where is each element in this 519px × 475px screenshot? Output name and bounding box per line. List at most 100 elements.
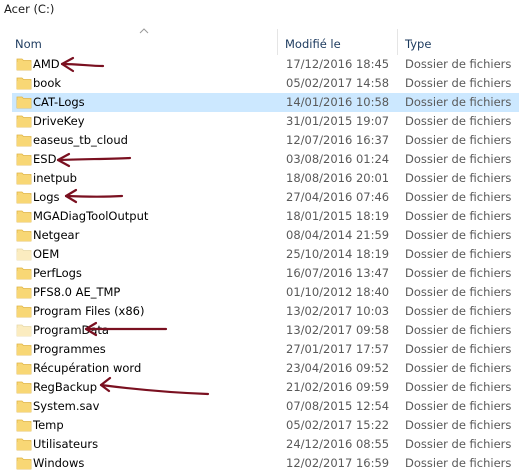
file-row[interactable]: ESD 03/08/2016 01:24 Dossier de fichiers	[0, 150, 519, 169]
file-row[interactable]: RegBackup 21/02/2016 09:59 Dossier de fich…	[0, 378, 519, 397]
folder-icon	[16, 286, 32, 299]
file-modified-date: 27/01/2017 17:57	[286, 342, 390, 356]
file-name[interactable]: AMD	[33, 55, 60, 74]
file-modified-date: 31/01/2015 19:07	[286, 114, 390, 128]
file-modified-date: 24/12/2016 08:55	[286, 437, 390, 451]
file-name[interactable]: easeus_tb_cloud	[33, 131, 128, 150]
file-name[interactable]: DriveKey	[33, 112, 85, 131]
file-modified-date: 25/10/2014 18:19	[286, 247, 390, 261]
file-row[interactable]: CAT-Logs 14/01/2016 10:58 Dossier de fichi…	[0, 93, 519, 112]
column-name[interactable]: Nom	[15, 35, 42, 53]
file-name[interactable]: inetpub	[33, 169, 77, 188]
file-name[interactable]: Utilisateurs	[33, 435, 98, 454]
file-name[interactable]: Netgear	[33, 226, 79, 245]
file-name[interactable]: RegBackup	[33, 378, 97, 397]
folder-icon	[16, 267, 32, 280]
breadcrumb[interactable]: Acer (C:)	[0, 0, 519, 19]
file-row[interactable]: Logs 27/04/2016 07:46 Dossier de fichiers	[0, 188, 519, 207]
file-row[interactable]: PFS8.0 AE_TMP 01/10/2012 18:40 Dossier de …	[0, 283, 519, 302]
file-type: Dossier de fichiers	[405, 171, 512, 185]
file-type: Dossier de fichiers	[405, 399, 512, 413]
folder-icon	[16, 362, 32, 375]
folder-icon	[16, 134, 32, 147]
file-modified-date: 14/01/2016 10:58	[286, 95, 390, 109]
file-type: Dossier de fichiers	[405, 323, 512, 337]
file-name[interactable]: ESD	[33, 150, 56, 169]
file-row[interactable]: book 05/02/2017 14:58 Dossier de fichiers	[0, 74, 519, 93]
file-type: Dossier de fichiers	[405, 342, 512, 356]
file-modified-date: 07/08/2015 12:54	[286, 399, 390, 413]
file-row[interactable]: Récupération word 23/04/2016 09:52 Dossier…	[0, 359, 519, 378]
folder-icon	[16, 229, 32, 242]
file-modified-date: 18/08/2016 20:01	[286, 171, 390, 185]
file-type: Dossier de fichiers	[405, 114, 512, 128]
file-modified-date: 13/02/2017 09:58	[286, 323, 390, 337]
file-row[interactable]: System.sav 07/08/2015 12:54 Dossier de fic…	[0, 397, 519, 416]
file-type: Dossier de fichiers	[405, 285, 512, 299]
file-name[interactable]: Temp	[33, 416, 64, 435]
column-header: Nom Modifié le Type	[0, 27, 519, 55]
file-modified-date: 03/08/2016 01:24	[286, 152, 390, 166]
file-row[interactable]: PerfLogs 16/07/2016 13:47 Dossier de fichi…	[0, 264, 519, 283]
file-name[interactable]: OEM	[33, 245, 59, 264]
file-modified-date: 01/10/2012 18:40	[286, 285, 390, 299]
file-modified-date: 12/02/2017 16:59	[286, 456, 390, 470]
file-modified-date: 16/07/2016 13:47	[286, 266, 390, 280]
file-row[interactable]: Utilisateurs 24/12/2016 08:55 Dossier de f…	[0, 435, 519, 454]
file-row[interactable]: OEM 25/10/2014 18:19 Dossier de fichiers	[0, 245, 519, 264]
file-modified-date: 18/01/2015 18:19	[286, 209, 390, 223]
file-row[interactable]: Temp 05/02/2017 15:22 Dossier de fichiers	[0, 416, 519, 435]
file-row[interactable]: Programmes 27/01/2017 17:57 Dossier de fic…	[0, 340, 519, 359]
folder-icon	[16, 381, 32, 394]
file-name[interactable]: Program Files (x86)	[33, 302, 144, 321]
file-name[interactable]: ProgramData	[33, 321, 109, 340]
folder-icon	[16, 457, 32, 470]
folder-icon	[16, 343, 32, 356]
file-name[interactable]: Programmes	[33, 340, 106, 359]
file-name[interactable]: Logs	[33, 188, 60, 207]
file-name[interactable]: book	[33, 74, 61, 93]
file-modified-date: 17/12/2016 18:45	[286, 57, 390, 71]
file-row[interactable]: AMD 17/12/2016 18:45 Dossier de fichiers	[0, 55, 519, 74]
file-modified-date: 05/02/2017 14:58	[286, 76, 390, 90]
column-divider[interactable]	[277, 29, 278, 55]
file-type: Dossier de fichiers	[405, 247, 512, 261]
file-name[interactable]: Récupération word	[33, 359, 141, 378]
folder-icon	[16, 96, 32, 109]
file-row[interactable]: Program Files (x86) 13/02/2017 10:03 Dossi…	[0, 302, 519, 321]
file-row[interactable]: easeus_tb_cloud 12/07/2016 16:37 Dossier d…	[0, 131, 519, 150]
file-row[interactable]: MGADiagToolOutput 18/01/2015 18:19 Dossier…	[0, 207, 519, 226]
file-type: Dossier de fichiers	[405, 209, 512, 223]
folder-icon	[16, 400, 32, 413]
file-row[interactable]: DriveKey 31/01/2015 19:07 Dossier de fichi…	[0, 112, 519, 131]
file-name[interactable]: CAT-Logs	[33, 93, 85, 112]
file-row[interactable]: ProgramData 13/02/2017 09:58 Dossier de fi…	[0, 321, 519, 340]
column-type[interactable]: Type	[405, 35, 431, 53]
file-type: Dossier de fichiers	[405, 76, 512, 90]
file-modified-date: 12/07/2016 16:37	[286, 133, 390, 147]
file-name[interactable]: MGADiagToolOutput	[33, 207, 148, 226]
folder-icon	[16, 248, 32, 261]
folder-icon	[16, 77, 32, 90]
file-row[interactable]: Windows 12/02/2017 16:59 Dossier de fichie…	[0, 454, 519, 473]
file-type: Dossier de fichiers	[405, 57, 512, 71]
file-row[interactable]: inetpub 18/08/2016 20:01 Dossier de fichie…	[0, 169, 519, 188]
file-modified-date: 13/02/2017 10:03	[286, 304, 390, 318]
file-name[interactable]: PFS8.0 AE_TMP	[33, 283, 120, 302]
folder-icon	[16, 172, 32, 185]
sort-ascending-icon[interactable]	[139, 27, 149, 35]
folder-icon	[16, 58, 32, 71]
file-modified-date: 05/02/2017 15:22	[286, 418, 390, 432]
file-name[interactable]: System.sav	[33, 397, 99, 416]
file-modified-date: 23/04/2016 09:52	[286, 361, 390, 375]
folder-icon	[16, 438, 32, 451]
file-name[interactable]: Windows	[33, 454, 84, 473]
column-divider[interactable]	[397, 29, 398, 55]
file-row[interactable]: Netgear 08/04/2014 21:59 Dossier de fichie…	[0, 226, 519, 245]
file-type: Dossier de fichiers	[405, 228, 512, 242]
column-modified[interactable]: Modifié le	[285, 35, 341, 53]
file-name[interactable]: PerfLogs	[33, 264, 82, 283]
file-modified-date: 27/04/2016 07:46	[286, 190, 390, 204]
file-type: Dossier de fichiers	[405, 361, 512, 375]
folder-icon	[16, 191, 32, 204]
